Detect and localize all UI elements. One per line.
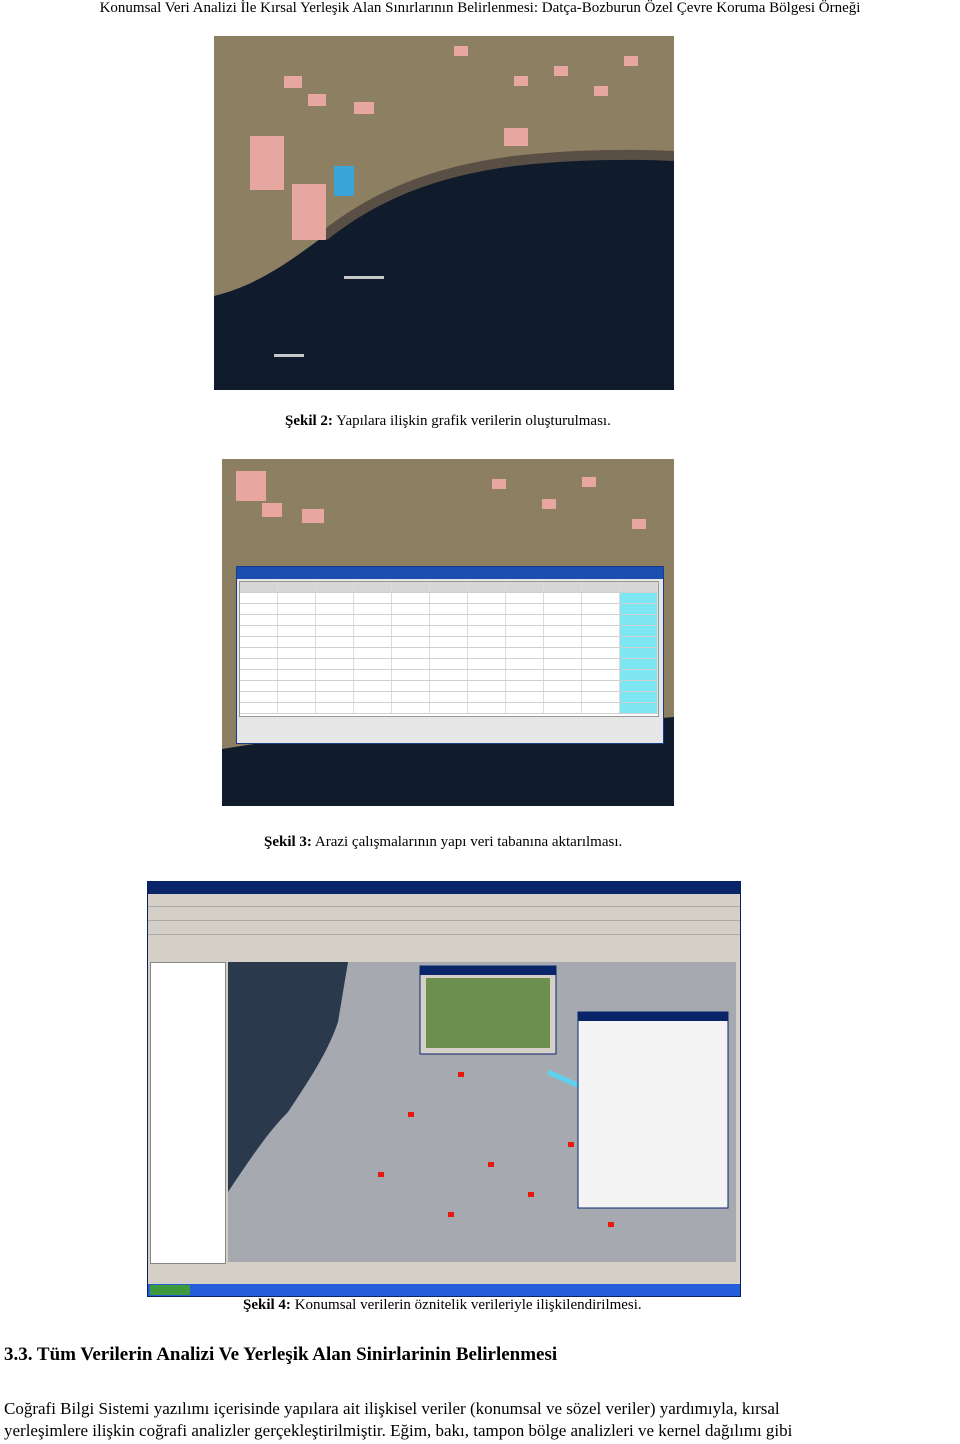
table-row (240, 637, 658, 648)
figure-4-arcmap-screenshot (147, 881, 741, 1297)
arcmap-menu-bar (148, 894, 740, 907)
table-row (240, 692, 658, 703)
table-row (240, 648, 658, 659)
attribute-table-grid (239, 581, 659, 717)
paragraph-line: Coğrafi Bilgi Sistemi yazılımı içerisind… (4, 1399, 780, 1418)
attribute-table-title-bar (237, 567, 663, 579)
windows-taskbar (148, 1284, 740, 1296)
attribute-table-window (236, 566, 664, 744)
start-button (150, 1285, 190, 1295)
table-row (240, 615, 658, 626)
body-paragraph: Coğrafi Bilgi Sistemi yazılımı içerisind… (4, 1398, 956, 1442)
table-row (240, 593, 658, 604)
table-row (240, 626, 658, 637)
figure-2-caption: Şekil 2: Yapılara ilişkin grafik veriler… (285, 413, 611, 429)
figure-3-caption: Şekil 3: Arazi çalışmalarının yapı veri … (264, 834, 623, 850)
table-row (240, 670, 658, 681)
page-header: Konumsal Veri Analizi İle Kırsal Yerleşi… (99, 0, 861, 16)
arcmap-toolbar (148, 907, 740, 921)
paragraph-line: yerleşimlere ilişkin coğrafi analizler g… (4, 1421, 793, 1440)
table-row (240, 604, 658, 615)
table-row (240, 681, 658, 692)
table-row (240, 659, 658, 670)
arcmap-toolbar-2 (148, 921, 740, 935)
table-header-row (240, 582, 658, 593)
figure-2-satellite-image (214, 36, 674, 390)
figure-4-caption: Şekil 4: Konumsal verilerin öznitelik ve… (243, 1297, 642, 1313)
arcmap-map-view (228, 962, 736, 1262)
arcmap-title-bar (148, 882, 740, 894)
arcmap-table-of-contents (150, 962, 226, 1264)
table-row (240, 703, 658, 714)
section-title: 3.3. Tüm Verilerin Analizi Ve Yerleşik A… (4, 1344, 558, 1365)
